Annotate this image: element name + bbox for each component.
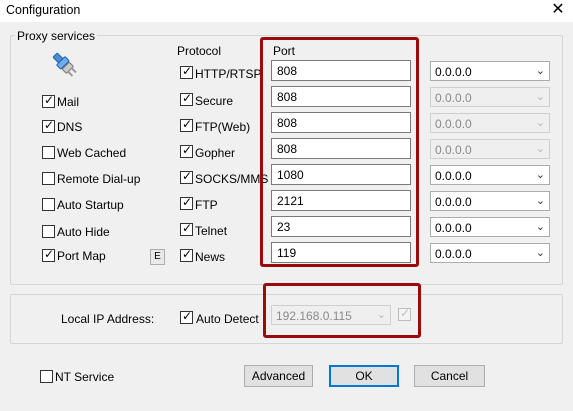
protocol-telnet-checkbox[interactable] <box>180 221 193 236</box>
ip-telnet-select[interactable]: 0.0.0.0 ⌄ <box>430 217 550 237</box>
chevron-down-icon: ⌄ <box>535 90 545 103</box>
ip-secure-select: 0.0.0.0 ⌄ <box>430 87 550 107</box>
chevron-down-icon: ⌄ <box>535 220 545 233</box>
port-map-edit-button[interactable]: E <box>150 249 165 265</box>
ip-value: 0.0.0.0 <box>435 221 472 235</box>
advanced-button[interactable]: Advanced <box>244 365 313 387</box>
protocol-ftp-label: FTP <box>195 198 218 212</box>
chevron-down-icon: ⌄ <box>535 142 545 155</box>
auto-hide-checkbox[interactable] <box>42 225 55 238</box>
dns-checkbox[interactable] <box>42 118 55 133</box>
ip-value: 0.0.0.0 <box>435 117 472 131</box>
chevron-down-icon: ⌄ <box>535 168 545 181</box>
title-bar <box>0 0 573 22</box>
ip-socks-mms-select[interactable]: 0.0.0.0 ⌄ <box>430 165 550 185</box>
protocol-ftp-web-label: FTP(Web) <box>195 120 251 134</box>
ip-news-select[interactable]: 0.0.0.0 ⌄ <box>430 243 550 263</box>
mail-checkbox[interactable] <box>42 93 55 108</box>
protocol-header: Protocol <box>177 44 222 58</box>
ip-ftp-web-select: 0.0.0.0 ⌄ <box>430 113 550 133</box>
local-ip-highlight <box>263 283 421 338</box>
port-map-checkbox[interactable] <box>42 247 55 262</box>
dns-label: DNS <box>57 120 83 134</box>
auto-hide-label: Auto Hide <box>57 225 110 239</box>
cancel-button[interactable]: Cancel <box>414 365 485 387</box>
auto-startup-checkbox[interactable] <box>42 198 55 211</box>
close-icon[interactable]: ✕ <box>548 0 568 20</box>
chevron-down-icon: ⌄ <box>535 64 545 77</box>
nt-service-checkbox[interactable] <box>40 370 53 383</box>
nt-service-label: NT Service <box>55 370 115 384</box>
mail-label: Mail <box>57 95 80 109</box>
remote-dialup-label: Remote Dial-up <box>57 172 141 186</box>
protocol-http-rtsp-checkbox[interactable] <box>180 64 193 79</box>
ip-ftp-select[interactable]: 0.0.0.0 ⌄ <box>430 191 550 211</box>
auto-detect-label: Auto Detect <box>196 312 259 326</box>
ip-value: 0.0.0.0 <box>435 143 472 157</box>
protocol-secure-label: Secure <box>195 94 234 108</box>
ip-gopher-select: 0.0.0.0 ⌄ <box>430 139 550 159</box>
ip-value: 0.0.0.0 <box>435 247 472 261</box>
ip-value: 0.0.0.0 <box>435 169 472 183</box>
protocol-gopher-label: Gopher <box>195 146 236 160</box>
proxy-services-title: Proxy services <box>15 29 98 43</box>
protocol-news-label: News <box>195 250 226 264</box>
window-title: Configuration <box>6 3 81 17</box>
auto-detect-checkbox[interactable] <box>180 309 193 324</box>
protocol-socks-mms-checkbox[interactable] <box>180 169 193 184</box>
protocol-http-rtsp-label: HTTP/RTSP <box>195 67 262 81</box>
protocol-ftp-checkbox[interactable] <box>180 195 193 210</box>
port-column-highlight <box>260 37 419 267</box>
ip-http-rtsp-select[interactable]: 0.0.0.0 ⌄ <box>430 61 550 81</box>
protocol-gopher-checkbox[interactable] <box>180 143 193 158</box>
chevron-down-icon: ⌄ <box>535 246 545 259</box>
local-ip-label: Local IP Address: <box>61 312 155 326</box>
remote-dialup-checkbox[interactable] <box>42 172 55 185</box>
protocol-socks-mms-label: SOCKS/MMS <box>195 172 269 186</box>
protocol-secure-checkbox[interactable] <box>180 91 193 106</box>
ip-value: 0.0.0.0 <box>435 91 472 105</box>
network-plug-icon <box>50 50 80 80</box>
chevron-down-icon: ⌄ <box>535 194 545 207</box>
chevron-down-icon: ⌄ <box>535 116 545 129</box>
protocol-telnet-label: Telnet <box>195 224 228 238</box>
protocol-ftp-web-checkbox[interactable] <box>180 117 193 132</box>
web-cached-checkbox[interactable] <box>42 146 55 159</box>
auto-startup-label: Auto Startup <box>57 198 124 212</box>
port-map-label: Port Map <box>57 249 106 263</box>
web-cached-label: Web Cached <box>57 146 127 160</box>
ip-value: 0.0.0.0 <box>435 65 472 79</box>
ok-button[interactable]: OK <box>329 365 399 387</box>
ip-value: 0.0.0.0 <box>435 195 472 209</box>
protocol-news-checkbox[interactable] <box>180 247 193 262</box>
